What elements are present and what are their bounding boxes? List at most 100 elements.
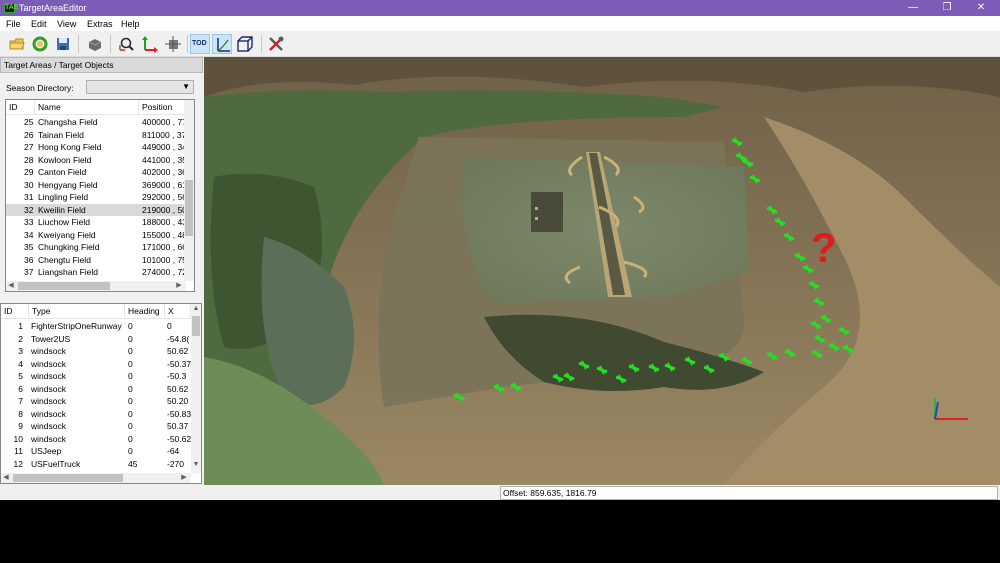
object-id-cell: 9 bbox=[18, 421, 23, 431]
menu-help[interactable]: Help bbox=[121, 18, 140, 30]
target-objects-hscroll[interactable]: ◀ ▶ bbox=[1, 473, 191, 483]
target-area-row[interactable]: 27 Hong Kong Field 449000 , 34 bbox=[6, 141, 187, 154]
chevron-down-icon: ▼ bbox=[182, 82, 190, 91]
target-object-row[interactable]: 3 windsock 0 50.62 bbox=[1, 345, 191, 358]
target-area-row[interactable]: 37 Liangshan Field 274000 , 72 bbox=[6, 266, 187, 279]
target-area-row[interactable]: 29 Canton Field 402000 , 36 bbox=[6, 166, 187, 179]
target-area-row[interactable]: 31 Lingling Field 292000 , 56 bbox=[6, 191, 187, 204]
object-type-cell: windsock bbox=[31, 346, 66, 356]
scroll-thumb[interactable] bbox=[185, 180, 193, 236]
menu-view[interactable]: View bbox=[57, 18, 76, 30]
target-object-row[interactable]: 7 windsock 0 50.20 bbox=[1, 395, 191, 408]
target-object-row[interactable]: 8 windsock 0 -50.83 bbox=[1, 408, 191, 421]
tools-button[interactable] bbox=[266, 34, 286, 54]
axes-view-button[interactable] bbox=[212, 34, 232, 54]
object-id-cell: 4 bbox=[18, 358, 23, 369]
target-objects-list[interactable]: ID Type Heading X 1 FighterStripOneRunway… bbox=[0, 303, 202, 484]
target-object-row[interactable]: 9 windsock 0 50.37 bbox=[1, 420, 191, 433]
target-object-row[interactable]: 12 USFuelTruck 45 -270 bbox=[1, 458, 191, 471]
object-id-cell: 7 bbox=[18, 396, 23, 406]
object-type-cell: Tower2US bbox=[31, 333, 71, 344]
target-object-row[interactable]: 5 windsock 0 -50.3 bbox=[1, 370, 191, 383]
object-id-cell: 3 bbox=[18, 346, 23, 356]
column-header-type[interactable]: Type bbox=[29, 304, 125, 319]
column-header-heading[interactable]: Heading bbox=[125, 304, 165, 319]
target-area-row[interactable]: 25 Changsha Field 400000 , 77 bbox=[6, 116, 187, 129]
minimize-button[interactable]: — bbox=[898, 0, 928, 16]
offset-readout: Offset: 859.635, 1816.79 bbox=[500, 486, 998, 500]
target-object-row[interactable]: 4 windsock 0 -50.37 bbox=[1, 358, 191, 371]
terrain-3d-viewport[interactable]: ? bbox=[204, 57, 1000, 485]
scroll-left-icon[interactable]: ◀ bbox=[1, 473, 11, 483]
season-directory-select[interactable]: ▼ bbox=[86, 80, 194, 94]
column-header-id[interactable]: ID bbox=[6, 100, 35, 115]
target-object-row[interactable]: 2 Tower2US 0 -54.8( bbox=[1, 333, 191, 346]
area-position-cell: 441000 , 35 bbox=[142, 154, 187, 165]
target-area-row[interactable]: 26 Tainan Field 811000 , 37 bbox=[6, 129, 186, 142]
target-areas-list[interactable]: ID Name Position 25 Changsha Field 400000 … bbox=[5, 99, 195, 292]
column-header-x[interactable]: X bbox=[165, 304, 191, 319]
terrain-object-button[interactable] bbox=[163, 34, 183, 54]
scroll-down-icon[interactable]: ▼ bbox=[191, 460, 201, 470]
area-position-cell: 274000 , 72 bbox=[142, 267, 187, 277]
target-area-row[interactable]: 28 Kowloon Field 441000 , 35 bbox=[6, 154, 187, 167]
refresh-button[interactable] bbox=[30, 34, 50, 54]
axis-move-button[interactable] bbox=[140, 34, 160, 54]
save-icon bbox=[57, 38, 69, 50]
column-header-position[interactable]: Position bbox=[139, 100, 186, 115]
object-heading-cell: 0 bbox=[128, 433, 133, 444]
target-area-row[interactable]: 35 Chungking Field 171000 , 66 bbox=[6, 241, 187, 254]
area-name-cell: Liangshan Field bbox=[38, 267, 99, 277]
parked-object bbox=[535, 217, 538, 220]
object-id-cell: 11 bbox=[14, 446, 23, 456]
scroll-left-icon[interactable]: ◀ bbox=[6, 281, 16, 291]
close-button[interactable]: ✕ bbox=[966, 0, 996, 16]
tools-icon bbox=[269, 36, 284, 51]
area-name-cell: Chungking Field bbox=[38, 242, 100, 252]
terrain-object-icon bbox=[165, 36, 181, 52]
menu-edit[interactable]: Edit bbox=[31, 18, 47, 30]
maximize-button[interactable]: ❐ bbox=[932, 0, 962, 16]
menu-file[interactable]: File bbox=[6, 18, 21, 30]
scroll-up-icon[interactable]: ▲ bbox=[191, 304, 201, 314]
object-heading-cell: 0 bbox=[128, 421, 133, 431]
scroll-thumb[interactable] bbox=[192, 316, 200, 336]
target-object-row[interactable]: 11 USJeep 0 -64 bbox=[1, 445, 191, 458]
scroll-right-icon[interactable]: ▶ bbox=[174, 281, 184, 291]
scroll-thumb[interactable] bbox=[18, 282, 110, 290]
target-objects-header: ID Type Heading X bbox=[1, 304, 191, 319]
scroll-thumb[interactable] bbox=[13, 474, 123, 482]
save-button[interactable] bbox=[53, 34, 73, 54]
object-type-cell: windsock bbox=[31, 371, 66, 381]
tod-button[interactable]: TOD bbox=[190, 34, 210, 54]
object-id-cell: 10 bbox=[13, 433, 23, 444]
area-position-cell: 155000 , 48 bbox=[142, 229, 187, 240]
scroll-right-icon[interactable]: ▶ bbox=[179, 473, 189, 483]
target-object-row[interactable]: 10 windsock 0 -50.62 bbox=[1, 433, 192, 446]
target-object-row[interactable]: 1 FighterStripOneRunway 0 0 bbox=[1, 320, 191, 333]
target-area-row[interactable]: 33 Liuchow Field 188000 , 43 bbox=[6, 216, 187, 229]
menu-extras[interactable]: Extras bbox=[87, 18, 113, 30]
area-name-cell: Chengtu Field bbox=[38, 254, 91, 265]
column-header-name[interactable]: Name bbox=[35, 100, 139, 115]
target-object-row[interactable]: 6 windsock 0 50.62 bbox=[1, 383, 191, 396]
box-view-button[interactable] bbox=[235, 34, 255, 54]
area-name-cell: Canton Field bbox=[38, 167, 87, 177]
column-header-id[interactable]: ID bbox=[1, 304, 29, 319]
object-heading-cell: 0 bbox=[128, 446, 133, 456]
area-position-cell: 811000 , 37 bbox=[142, 129, 187, 140]
target-objects-vscroll[interactable]: ▲ ▼ bbox=[191, 304, 201, 473]
object-button[interactable] bbox=[85, 34, 105, 54]
zoom-search-button[interactable] bbox=[117, 34, 137, 54]
target-area-row[interactable]: 34 Kweiyang Field 155000 , 48 bbox=[6, 229, 187, 242]
area-name-cell: Lingling Field bbox=[38, 192, 89, 202]
target-area-row[interactable]: 36 Chengtu Field 101000 , 75 bbox=[6, 254, 187, 267]
terrain-scene: ? bbox=[204, 57, 1000, 485]
open-button[interactable] bbox=[7, 34, 27, 54]
target-areas-vscroll[interactable] bbox=[184, 100, 194, 281]
area-position-cell: 171000 , 66 bbox=[142, 242, 187, 252]
target-area-row[interactable]: 30 Hengyang Field 369000 , 61 bbox=[6, 179, 187, 192]
object-type-cell: windsock bbox=[31, 433, 66, 444]
target-area-row[interactable]: 32 Kweilin Field 219000 , 50 bbox=[6, 203, 187, 216]
target-areas-hscroll[interactable]: ◀ ▶ bbox=[6, 281, 186, 291]
